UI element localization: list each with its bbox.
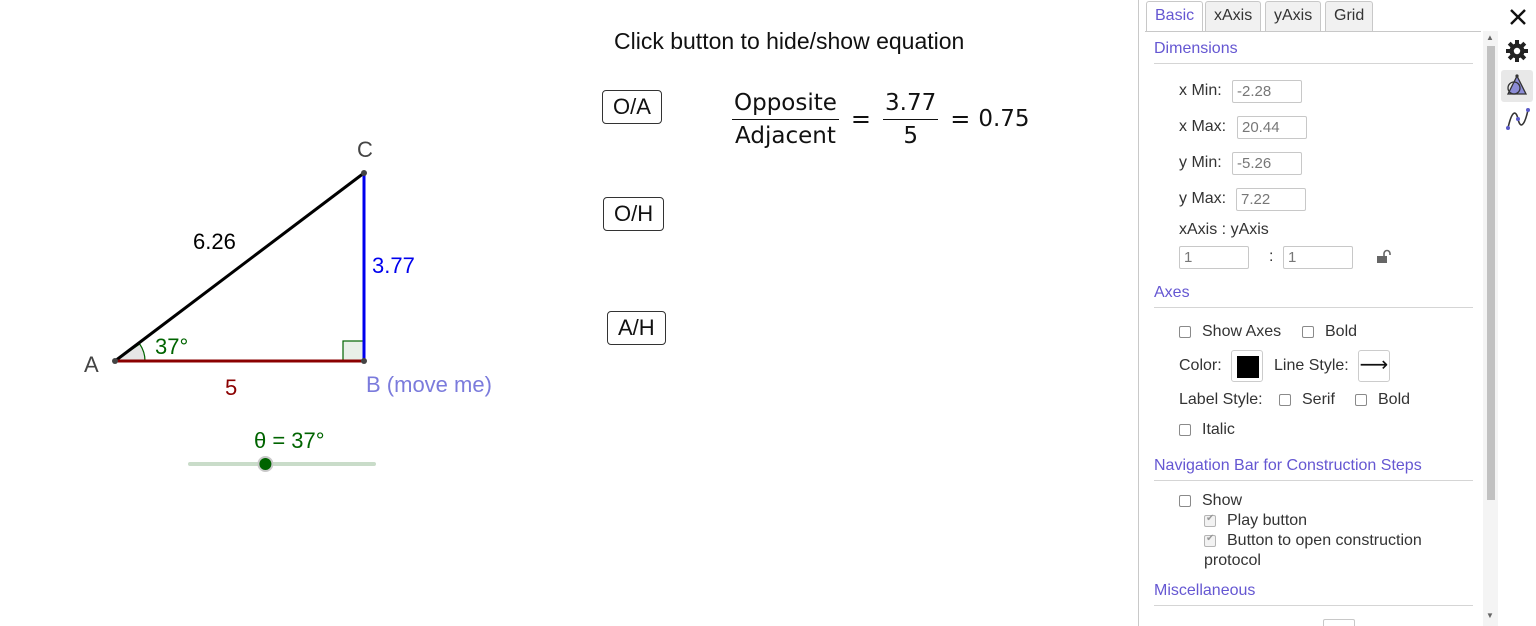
ymax-input[interactable] xyxy=(1236,188,1306,211)
graphics-icon[interactable] xyxy=(1504,73,1530,99)
xmin-input[interactable] xyxy=(1232,80,1302,103)
play-button-checkbox[interactable] xyxy=(1204,513,1216,527)
equation-oa: Opposite Adjacent = 3.77 5 = 0.75 xyxy=(728,84,1030,154)
hypotenuse-length-label: 6.26 xyxy=(193,229,236,254)
tab-xaxis[interactable]: xAxis xyxy=(1205,1,1262,31)
scrollbar-thumb[interactable] xyxy=(1487,46,1495,500)
open-protocol-checkbox[interactable] xyxy=(1204,533,1216,547)
gear-icon[interactable] xyxy=(1504,38,1530,64)
navbar-show-checkbox[interactable] xyxy=(1179,495,1191,507)
line-style-button[interactable]: ⟶ xyxy=(1358,350,1390,382)
point-a[interactable] xyxy=(112,358,118,364)
tab-yaxis[interactable]: yAxis xyxy=(1265,1,1322,31)
settings-panel: Basic xAxis yAxis Grid Dimensions x Min:… xyxy=(1138,0,1536,626)
value-fraction: 3.77 5 xyxy=(883,89,939,150)
ratio-separator: : xyxy=(1269,248,1274,265)
graphics-view[interactable]: A C B (move me) 6.26 3.77 5 37° θ = 37° … xyxy=(0,0,1140,626)
right-angle-marker xyxy=(342,340,365,362)
tab-grid[interactable]: Grid xyxy=(1325,1,1374,31)
equals-sign: = xyxy=(850,105,872,133)
opposite-length-label: 3.77 xyxy=(372,253,415,278)
instruction-text: Click button to hide/show equation xyxy=(614,28,965,54)
fraction-denominator-value: 5 xyxy=(903,122,918,149)
slider-handle[interactable] xyxy=(257,456,274,472)
toggle-oa-button[interactable]: O/A xyxy=(602,90,662,124)
segment-hypotenuse[interactable] xyxy=(114,171,365,363)
play-button-label: Play button xyxy=(1227,512,1308,529)
point-a-label: A xyxy=(84,352,99,377)
show-axes-label: Show Axes xyxy=(1202,323,1282,340)
toggle-ah-button[interactable]: A/H xyxy=(607,311,666,345)
serif-checkbox[interactable] xyxy=(1279,394,1291,406)
equation-result: 0.75 xyxy=(978,106,1030,132)
tab-bar: Basic xAxis yAxis Grid xyxy=(1145,0,1485,32)
tab-basic[interactable]: Basic xyxy=(1146,1,1204,32)
ratio-y-input[interactable] xyxy=(1283,246,1353,269)
label-bold-label: Bold xyxy=(1378,391,1411,408)
line-style-label: Line Style: xyxy=(1274,357,1349,374)
point-c[interactable] xyxy=(361,170,367,176)
axes-bold-label: Bold xyxy=(1325,323,1358,340)
point-b-label: B (move me) xyxy=(366,372,492,397)
label-style-label: Label Style: xyxy=(1179,391,1263,408)
unlock-icon[interactable] xyxy=(1375,249,1391,265)
scroll-down-arrow[interactable]: ▼ xyxy=(1485,611,1495,621)
fraction-numerator-value: 3.77 xyxy=(883,89,939,120)
scroll-up-arrow[interactable]: ▲ xyxy=(1485,33,1495,43)
ymax-label: y Max: xyxy=(1179,190,1227,207)
settings-content: Dimensions x Min: x Max: y Min: y Max: x… xyxy=(1145,31,1481,626)
serif-label: Serif xyxy=(1302,391,1335,408)
section-axes-title: Axes xyxy=(1154,284,1190,301)
open-protocol-label-cont: protocol xyxy=(1204,552,1261,569)
ymin-input[interactable] xyxy=(1232,152,1302,175)
fraction-numerator-word: Opposite xyxy=(732,89,839,120)
label-bold-checkbox[interactable] xyxy=(1355,394,1367,406)
italic-checkbox[interactable] xyxy=(1179,424,1191,436)
angle-label: 37° xyxy=(155,334,188,359)
fraction-denominator-word: Adjacent xyxy=(735,122,836,149)
ratio-x-input[interactable] xyxy=(1179,246,1249,269)
word-fraction: Opposite Adjacent xyxy=(732,89,839,150)
section-navbar-title: Navigation Bar for Construction Steps xyxy=(1154,457,1422,474)
close-icon[interactable] xyxy=(1507,6,1529,28)
axes-color-label: Color: xyxy=(1179,357,1222,374)
function-curve-icon[interactable] xyxy=(1505,106,1531,132)
axes-color-button[interactable] xyxy=(1231,350,1263,382)
adjacent-length-label: 5 xyxy=(225,375,237,400)
toggle-oh-button[interactable]: O/H xyxy=(603,197,665,231)
italic-label: Italic xyxy=(1202,421,1235,438)
ymin-label: y Min: xyxy=(1179,154,1222,171)
section-misc-title: Miscellaneous xyxy=(1154,582,1256,599)
xmin-label: x Min: xyxy=(1179,82,1222,99)
equals-sign: = xyxy=(950,105,971,133)
axes-bold-checkbox[interactable] xyxy=(1302,326,1314,338)
navbar-show-label: Show xyxy=(1202,492,1243,509)
show-axes-checkbox[interactable] xyxy=(1179,326,1191,338)
xmax-label: x Max: xyxy=(1179,118,1227,135)
misc-partial-control[interactable] xyxy=(1323,619,1355,626)
point-b[interactable] xyxy=(361,358,367,364)
point-c-label: C xyxy=(357,137,373,162)
section-dimensions-title: Dimensions xyxy=(1154,40,1238,57)
xmax-input[interactable] xyxy=(1237,116,1307,139)
axes-ratio-label: xAxis : yAxis xyxy=(1179,221,1269,238)
open-protocol-label: Button to open construction xyxy=(1227,532,1422,549)
color-swatch xyxy=(1237,356,1259,378)
slider-label: θ = 37° xyxy=(254,428,325,453)
